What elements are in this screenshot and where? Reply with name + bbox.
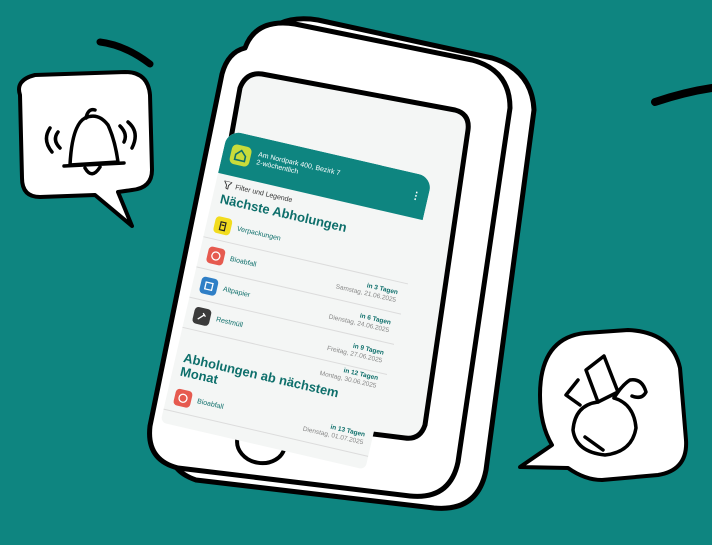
filter-icon xyxy=(223,180,233,191)
pickup-when: in 9 Tagen Freitag, 27.06.2025 xyxy=(326,337,384,365)
sketch-stroke-left xyxy=(96,38,154,68)
more-vertical-icon[interactable]: ⋮ xyxy=(410,189,421,202)
paper-icon xyxy=(198,275,220,296)
packaging-icon xyxy=(212,215,234,236)
biowaste-icon xyxy=(172,387,194,408)
garbage-bubble xyxy=(518,328,689,482)
residual-waste-icon xyxy=(191,305,213,327)
biowaste-icon xyxy=(205,245,227,266)
home-icon[interactable] xyxy=(228,143,253,168)
pickup-when: in 13 Tagen Dienstag, 01.07.2025 xyxy=(302,418,366,447)
sketch-stroke-right xyxy=(651,84,712,106)
bell-bubble xyxy=(17,70,154,228)
